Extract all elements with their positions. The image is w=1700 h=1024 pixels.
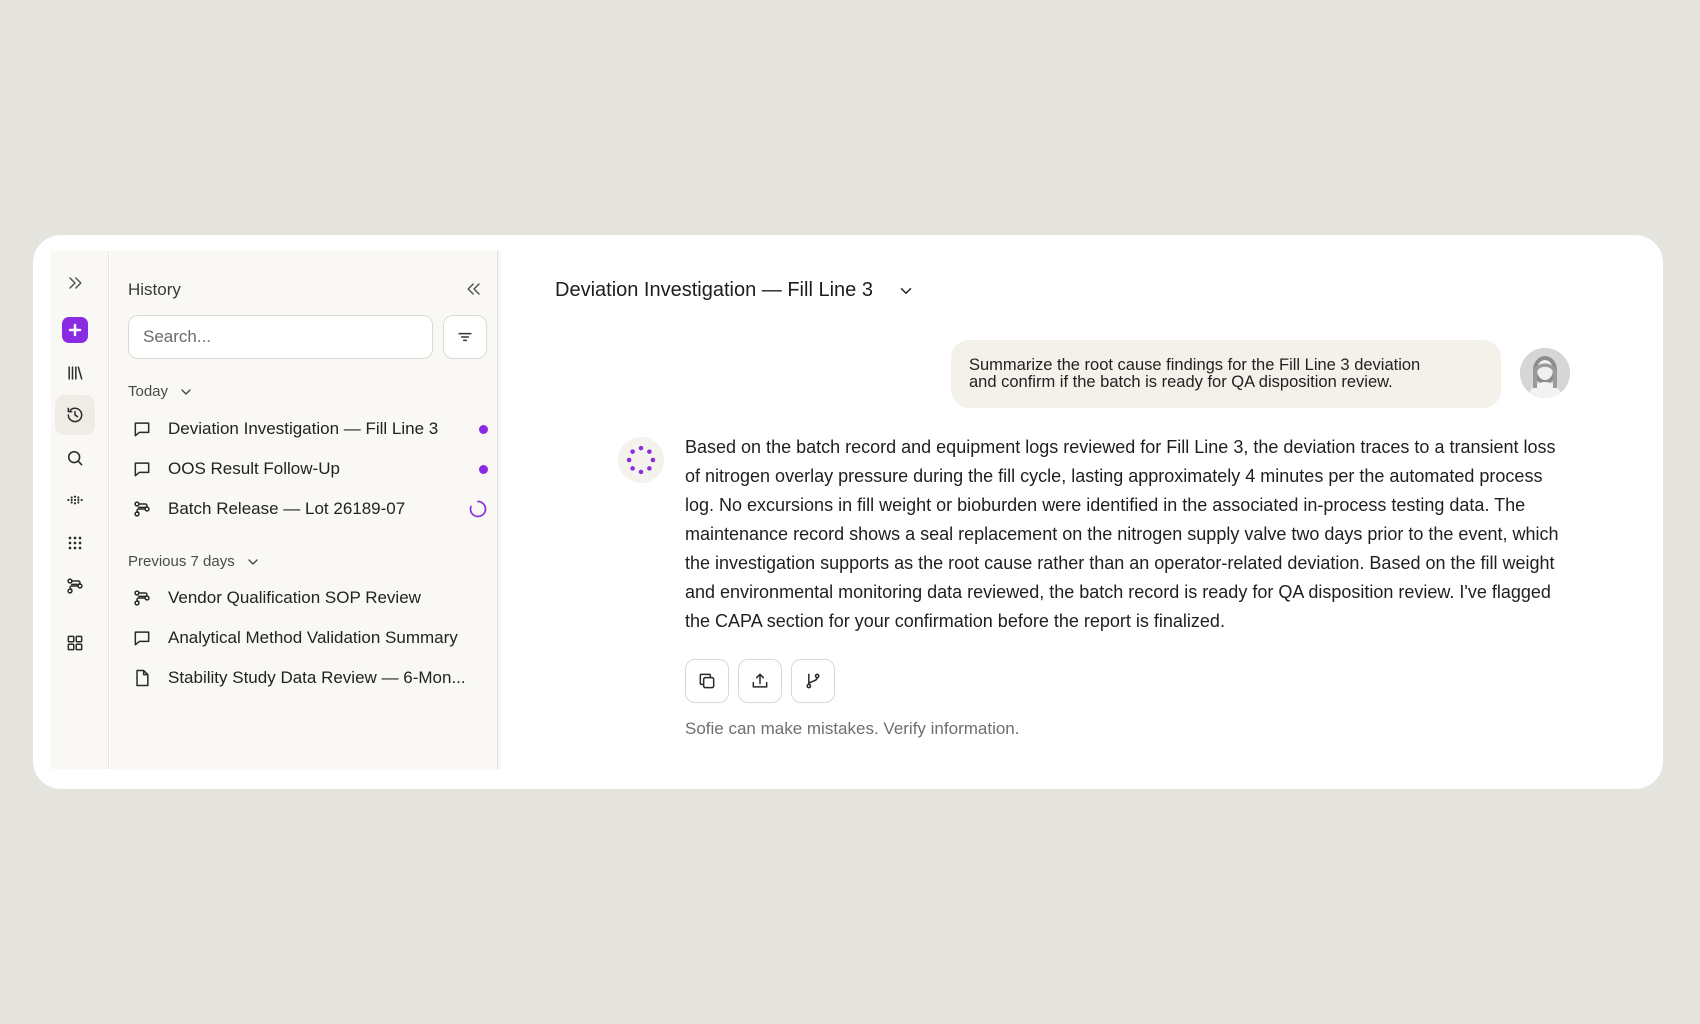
library-button[interactable] [55, 353, 95, 393]
conversation-title: Deviation Investigation — Fill Line 3 [555, 279, 873, 301]
upload-icon [752, 673, 768, 688]
waveform-icon [67, 495, 83, 505]
history-item[interactable]: OOS Result Follow-Up [132, 452, 488, 486]
collapse-history-button[interactable] [462, 277, 486, 301]
history-title: History [128, 280, 181, 299]
history-item[interactable]: Batch Release — Lot 26189-07 [132, 492, 488, 526]
app-window: History Today Deviation Investigation — … [33, 235, 1663, 789]
chat-icon [132, 459, 152, 479]
workflows-button[interactable] [55, 566, 95, 606]
history-panel: History Today Deviation Investigation — … [110, 251, 498, 769]
library-icon [68, 366, 83, 380]
apps-button[interactable] [55, 523, 95, 563]
history-item[interactable]: Deviation Investigation — Fill Line 3 [132, 412, 488, 446]
share-button[interactable] [738, 659, 782, 703]
user-avatar[interactable] [1520, 348, 1570, 398]
grid-dots-icon [68, 536, 82, 550]
section-label: Today [128, 383, 169, 400]
history-button[interactable] [55, 395, 95, 435]
user-message-line: Summarize the root cause findings for th… [969, 356, 1421, 374]
conversation-title-dropdown[interactable]: Deviation Investigation — Fill Line 3 [555, 279, 915, 302]
chevrons-right-icon [69, 277, 82, 289]
chevron-down-icon [900, 287, 912, 294]
history-item-label: Vendor Qualification SOP Review [168, 588, 421, 607]
user-message-line: and confirm if the batch is ready for QA… [969, 373, 1393, 391]
history-item[interactable]: Vendor Qualification SOP Review [132, 581, 488, 615]
history-item-label: Batch Release — Lot 26189-07 [168, 499, 406, 518]
copy-button[interactable] [685, 659, 729, 703]
new-chat-button[interactable] [55, 310, 95, 350]
chat-icon [132, 419, 152, 439]
dashboard-icon [67, 635, 83, 651]
disclaimer-text: Sofie can make mistakes. Verify informat… [685, 719, 1020, 738]
chat-icon [132, 628, 152, 648]
unread-dot [479, 464, 488, 474]
history-item-label: OOS Result Follow-Up [168, 459, 340, 478]
chevron-down-icon [181, 388, 191, 395]
search-icon [67, 450, 83, 466]
history-item-label: Stability Study Data Review — 6-Mon... [168, 668, 466, 687]
document-icon [132, 668, 152, 688]
user-message: Summarize the root cause findings for th… [951, 340, 1501, 408]
section-previous-7-days-toggle[interactable]: Previous 7 days [128, 553, 261, 570]
section-label: Previous 7 days [128, 553, 235, 570]
workflow-icon [132, 499, 152, 519]
chevron-down-icon [248, 558, 258, 565]
dashboard-button[interactable] [55, 623, 95, 663]
loading-spinner-icon [469, 500, 487, 518]
plus-icon [62, 317, 88, 343]
waveform-button[interactable] [55, 480, 95, 520]
filter-icon [458, 332, 472, 342]
assistant-avatar [618, 437, 664, 483]
filter-button[interactable] [443, 315, 487, 359]
chevrons-left-icon [467, 283, 480, 295]
search-button[interactable] [55, 438, 95, 478]
history-item-label: Deviation Investigation — Fill Line 3 [168, 419, 439, 438]
history-icon [67, 407, 83, 423]
git-branch-icon [806, 673, 820, 689]
workflow-icon [132, 588, 152, 608]
history-item-label: Analytical Method Validation Summary [168, 628, 458, 647]
unread-dot [479, 424, 488, 434]
copy-icon [699, 673, 715, 689]
user-portrait-icon [1520, 348, 1570, 398]
section-today-toggle[interactable]: Today [128, 383, 194, 400]
workflow-icon [67, 578, 83, 594]
expand-sidebar-button[interactable] [55, 263, 95, 303]
assistant-message: Based on the batch record and equipment … [685, 437, 1559, 631]
history-search-input[interactable] [128, 315, 433, 359]
history-item[interactable]: Analytical Method Validation Summary [132, 621, 488, 655]
branch-button[interactable] [791, 659, 835, 703]
history-item[interactable]: Stability Study Data Review — 6-Mon... [132, 661, 488, 695]
assistant-sparkle-icon [626, 445, 656, 475]
